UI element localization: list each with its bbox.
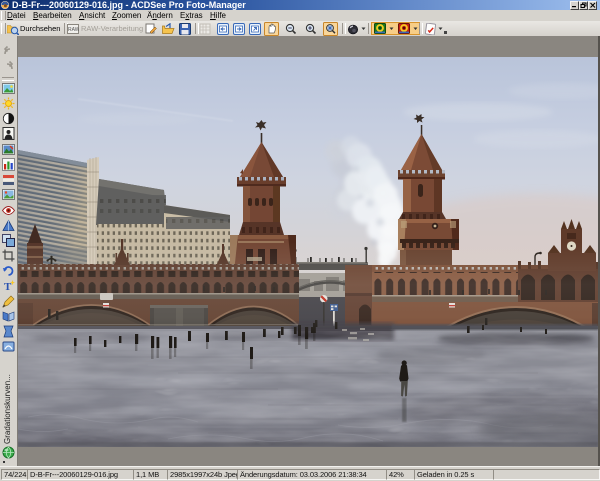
svg-text:RAW: RAW: [68, 27, 79, 33]
